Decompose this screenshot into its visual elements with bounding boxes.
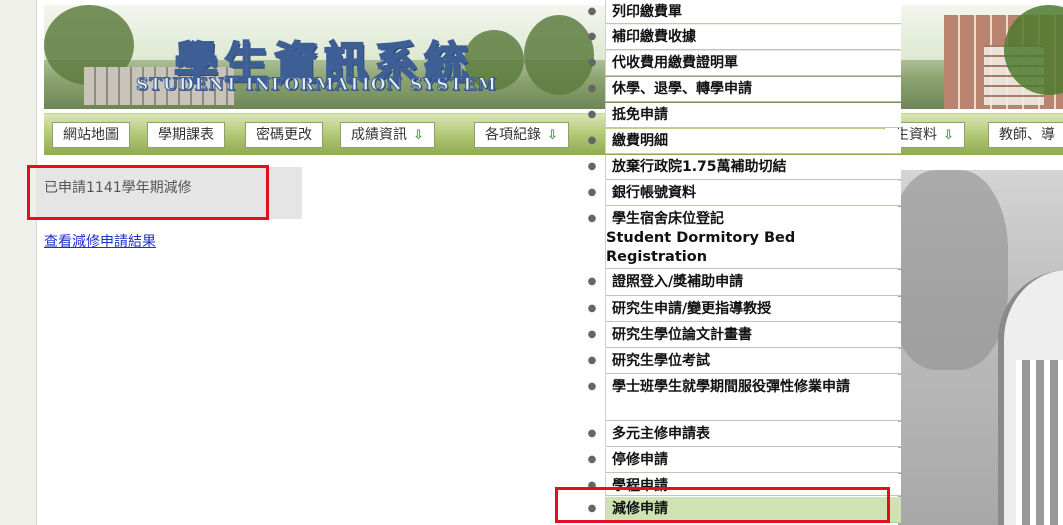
bullet-icon: ● xyxy=(587,381,597,392)
menu-item-label: 繳費明細 xyxy=(605,129,901,154)
dropdown-arrow-icon: ⇩ xyxy=(547,128,558,143)
menu-item-label: 放棄行政院1.75萬補助切結 xyxy=(605,155,901,180)
nav-password-change[interactable]: 密碼更改 xyxy=(245,122,323,148)
bullet-icon: ● xyxy=(587,31,597,42)
main-nav: 網站地圖 學期課表 密碼更改 成績資訊 ⇩ 各項紀錄 ⇩ 生資料 ⇩ 教師、導 xyxy=(44,113,1063,155)
nav-site-map[interactable]: 網站地圖 xyxy=(52,122,130,148)
dropdown-arrow-icon: ⇩ xyxy=(413,128,424,143)
menu-item-label: 抵免申請 xyxy=(605,103,901,128)
nav-label: 各項紀錄 xyxy=(485,127,541,143)
dropdown-arrow-icon: ⇩ xyxy=(943,128,954,143)
bullet-icon: ● xyxy=(587,303,597,314)
nav-label: 密碼更改 xyxy=(256,127,312,143)
menu-item-label: 學士班學生就學期間服役彈性修業申請 xyxy=(605,375,901,421)
bullet-icon: ● xyxy=(587,6,597,17)
header-banner: 學生資訊系統 STUDENT INFORMATION SYSTEM xyxy=(44,5,1063,109)
menu-item-label: 休學、退學、轉學申請 xyxy=(605,77,901,102)
view-result-link[interactable]: 查看減修申請結果 xyxy=(44,231,156,251)
menu-item-label: 證照登入/獎補助申請 xyxy=(605,270,901,296)
menu-item-label: 研究生學位論文計畫書 xyxy=(605,323,901,348)
bullet-icon: ● xyxy=(587,213,597,224)
nav-label: 成績資訊 xyxy=(351,127,407,143)
bullet-icon: ● xyxy=(587,276,597,287)
nav-records-menu[interactable]: 各項紀錄 ⇩ xyxy=(474,122,569,148)
menu-item-label: 銀行帳號資料 xyxy=(605,181,901,206)
menu-item-label: 補印繳費收據 xyxy=(605,25,901,50)
bullet-icon: ● xyxy=(587,355,597,366)
highlight-box-menu xyxy=(555,487,890,523)
bullet-icon: ● xyxy=(587,57,597,68)
nav-label: 學期課表 xyxy=(158,127,214,143)
nav-label: 教師、導 xyxy=(999,127,1055,143)
bullet-icon: ● xyxy=(587,161,597,172)
nav-teacher-menu[interactable]: 教師、導 xyxy=(988,122,1063,148)
bullet-icon: ● xyxy=(587,428,597,439)
bullet-icon: ● xyxy=(587,83,597,94)
nav-semester-schedule[interactable]: 學期課表 xyxy=(147,122,225,148)
nav-label: 網站地圖 xyxy=(63,127,119,143)
bullet-icon: ● xyxy=(587,454,597,465)
menu-item-label-block: 學生宿舍床位登記 Student Dormitory Bed Registrat… xyxy=(605,207,901,269)
menu-item-label: 多元主修申請表 xyxy=(605,422,901,447)
menu-item-label: 研究生學位考試 xyxy=(605,349,901,374)
system-subtitle: STUDENT INFORMATION SYSTEM xyxy=(135,75,498,96)
records-dropdown-menu: ● 列印繳費單 ● 補印繳費收據 ● 代收費用繳費證明單 ● 休學、退學、轉學申… xyxy=(582,0,901,525)
highlight-box-status xyxy=(27,165,269,220)
photo-tree xyxy=(898,170,1008,370)
campus-photo xyxy=(898,170,1063,525)
menu-item-label: 學生宿舍床位登記 xyxy=(612,211,724,227)
bullet-icon: ● xyxy=(587,135,597,146)
menu-item-label: 代收費用繳費證明單 xyxy=(605,51,901,76)
nav-grades-menu[interactable]: 成績資訊 ⇩ xyxy=(340,122,435,148)
menu-item-label: 研究生申請/變更指導教授 xyxy=(605,297,901,322)
bullet-icon: ● xyxy=(587,329,597,340)
bullet-icon: ● xyxy=(587,187,597,198)
menu-item-label: 停修申請 xyxy=(605,448,901,473)
photo-building-columns xyxy=(1016,360,1063,525)
bullet-icon: ● xyxy=(587,109,597,120)
menu-item-label-english: Student Dormitory Bed Registration xyxy=(606,230,796,265)
nav-label: 生資料 xyxy=(895,127,937,143)
menu-item-label: 列印繳費單 xyxy=(605,0,901,24)
